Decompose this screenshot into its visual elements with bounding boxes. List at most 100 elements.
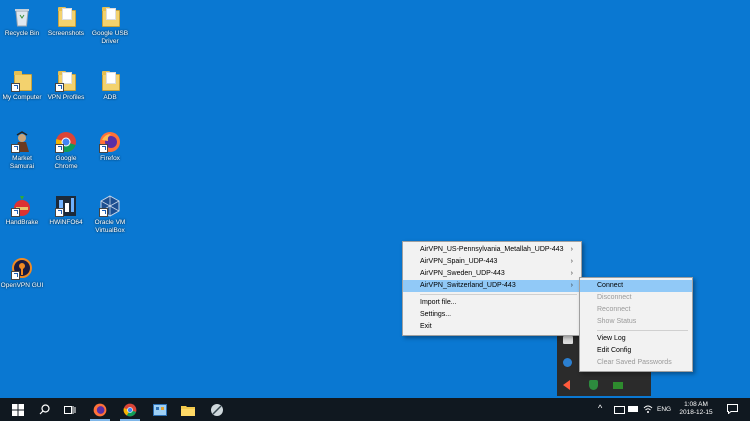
notifications-icon[interactable] — [727, 404, 738, 414]
desktop-icon-handbrake[interactable]: HandBrake — [0, 195, 44, 227]
openvpn-icon — [11, 258, 33, 280]
submenu-item-show-status: Show Status — [580, 316, 692, 328]
menu-item-label: AirVPN_US-Pennsylvania_Metallah_UDP-443 — [420, 246, 564, 253]
menu-item-label: Edit Config — [597, 347, 632, 354]
task-view-icon — [64, 405, 76, 414]
menu-item-label: Show Status — [597, 318, 637, 325]
taskbar-app-firefox[interactable] — [86, 398, 114, 421]
menu-item-label: Reconnect — [597, 306, 631, 313]
desktop-icon-recycle-bin[interactable]: Recycle Bin — [0, 6, 44, 38]
desktop-icon-vpn-profiles[interactable]: VPN Profiles — [44, 70, 88, 102]
menu-item-label: Clear Saved Passwords — [597, 359, 672, 366]
icon-label: HWiNFO64 — [49, 219, 83, 226]
icon-label: HandBrake — [5, 219, 39, 226]
menu-item-spain[interactable]: AirVPN_Spain_UDP-443 › — [403, 256, 581, 268]
folder-icon — [99, 6, 121, 28]
icon-label: ADB — [103, 94, 117, 101]
network-icon[interactable] — [614, 406, 625, 414]
submenu-item-clear-saved-passwords: Clear Saved Passwords — [580, 357, 692, 369]
icon-label: Google Chrome — [54, 155, 78, 170]
shield-tray-icon[interactable] — [589, 380, 598, 390]
chrome-icon — [55, 131, 77, 153]
clock-time: 1:08 AM — [684, 401, 708, 408]
icon-label: Recycle Bin — [4, 30, 40, 37]
icon-label: My Computer — [2, 94, 42, 101]
menu-item-import-file[interactable]: Import file... — [403, 297, 581, 309]
desktop-icon-google-usb-driver[interactable]: Google USB Driver — [88, 6, 132, 46]
openvpn-context-menu: AirVPN_US-Pennsylvania_Metallah_UDP-443 … — [402, 241, 582, 336]
windows-logo-icon — [12, 403, 24, 416]
desktop-icon-google-chrome[interactable]: Google Chrome — [44, 131, 88, 171]
folder-icon — [11, 70, 33, 92]
nvidia-tray-icon[interactable] — [613, 382, 623, 389]
submenu-item-edit-config[interactable]: Edit Config — [580, 345, 692, 357]
snipping-tool-icon — [211, 403, 223, 416]
menu-item-label: Exit — [420, 323, 432, 330]
taskbar-app-file-explorer[interactable] — [174, 398, 202, 421]
icon-label: Google USB Driver — [91, 30, 129, 45]
samurai-icon — [11, 131, 33, 153]
menu-separator — [420, 294, 577, 295]
menu-item-label: Import file... — [420, 299, 457, 306]
desktop-icon-hwinfo64[interactable]: HWiNFO64 — [44, 195, 88, 227]
menu-item-label: Connect — [597, 282, 624, 289]
virtualbox-icon — [99, 195, 121, 217]
submenu-arrow-icon: › — [570, 246, 573, 253]
folder-icon — [99, 70, 121, 92]
menu-item-label: Disconnect — [597, 294, 632, 301]
network-icon[interactable] — [563, 336, 573, 344]
menu-item-label: AirVPN_Spain_UDP-443 — [420, 258, 498, 265]
hwinfo-icon — [55, 195, 77, 217]
desktop-icon-my-computer[interactable]: My Computer — [0, 70, 44, 102]
submenu-arrow-icon: › — [570, 258, 573, 265]
desktop-icon-market-samurai[interactable]: Market Samurai — [0, 131, 44, 171]
menu-item-switzerland[interactable]: AirVPN_Switzerland_UDP-443 › — [403, 280, 581, 292]
icon-label: Market Samurai — [9, 155, 35, 170]
task-view-button[interactable] — [56, 398, 84, 421]
menu-separator — [597, 330, 688, 331]
menu-item-label: View Log — [597, 335, 626, 342]
menu-item-settings[interactable]: Settings... — [403, 309, 581, 321]
firefox-icon — [99, 131, 121, 153]
submenu-arrow-icon: › — [570, 270, 573, 277]
language-indicator[interactable]: ENG — [657, 406, 671, 413]
menu-item-label: AirVPN_Sweden_UDP-443 — [420, 270, 505, 277]
battery-icon[interactable] — [628, 406, 638, 412]
volume-tray-icon[interactable] — [563, 380, 570, 390]
menu-item-us-pennsylvania[interactable]: AirVPN_US-Pennsylvania_Metallah_UDP-443 … — [403, 244, 581, 256]
desktop-icon-openvpn-gui[interactable]: OpenVPN GUI — [0, 258, 44, 290]
desktop-icon-adb[interactable]: ADB — [88, 70, 132, 102]
start-button[interactable] — [4, 398, 32, 421]
desktop-icon-firefox[interactable]: Firefox — [88, 131, 132, 163]
desktop-icon-screenshots[interactable]: Screenshots — [44, 6, 88, 38]
clock[interactable]: 1:08 AM 2018-12-15 — [676, 401, 716, 417]
icon-label: VPN Profiles — [47, 94, 85, 101]
wifi-icon[interactable] — [643, 404, 653, 414]
icon-label: OpenVPN GUI — [0, 282, 44, 289]
menu-item-label: AirVPN_Switzerland_UDP-443 — [420, 282, 516, 289]
folder-icon — [55, 6, 77, 28]
control-panel-icon — [153, 403, 167, 416]
icon-label: Oracle VM VirtualBox — [94, 219, 126, 234]
search-icon — [39, 404, 50, 415]
taskbar-app-control-panel[interactable] — [146, 398, 174, 421]
clock-date: 2018-12-15 — [679, 409, 713, 416]
search-button[interactable] — [30, 398, 58, 421]
menu-item-exit[interactable]: Exit — [403, 321, 581, 333]
taskbar-app-chrome[interactable] — [116, 398, 144, 421]
tray-chevron-button[interactable]: ^ — [598, 403, 602, 413]
firefox-icon — [93, 403, 107, 416]
menu-item-sweden[interactable]: AirVPN_Sweden_UDP-443 › — [403, 268, 581, 280]
desktop-icon-oracle-vm-virtualbox[interactable]: Oracle VM VirtualBox — [88, 195, 132, 235]
submenu-item-connect[interactable]: Connect — [580, 280, 692, 292]
file-explorer-icon — [181, 405, 195, 416]
icon-label: Firefox — [100, 155, 120, 162]
submenu-item-disconnect: Disconnect — [580, 292, 692, 304]
menu-item-label: Settings... — [420, 311, 452, 318]
handbrake-icon — [11, 195, 33, 217]
taskbar-app-snipping-tool[interactable] — [203, 398, 231, 421]
submenu-item-view-log[interactable]: View Log — [580, 333, 692, 345]
recycle-bin-icon — [11, 6, 33, 28]
openvpn-tray-icon[interactable] — [563, 358, 572, 367]
folder-icon — [55, 70, 77, 92]
